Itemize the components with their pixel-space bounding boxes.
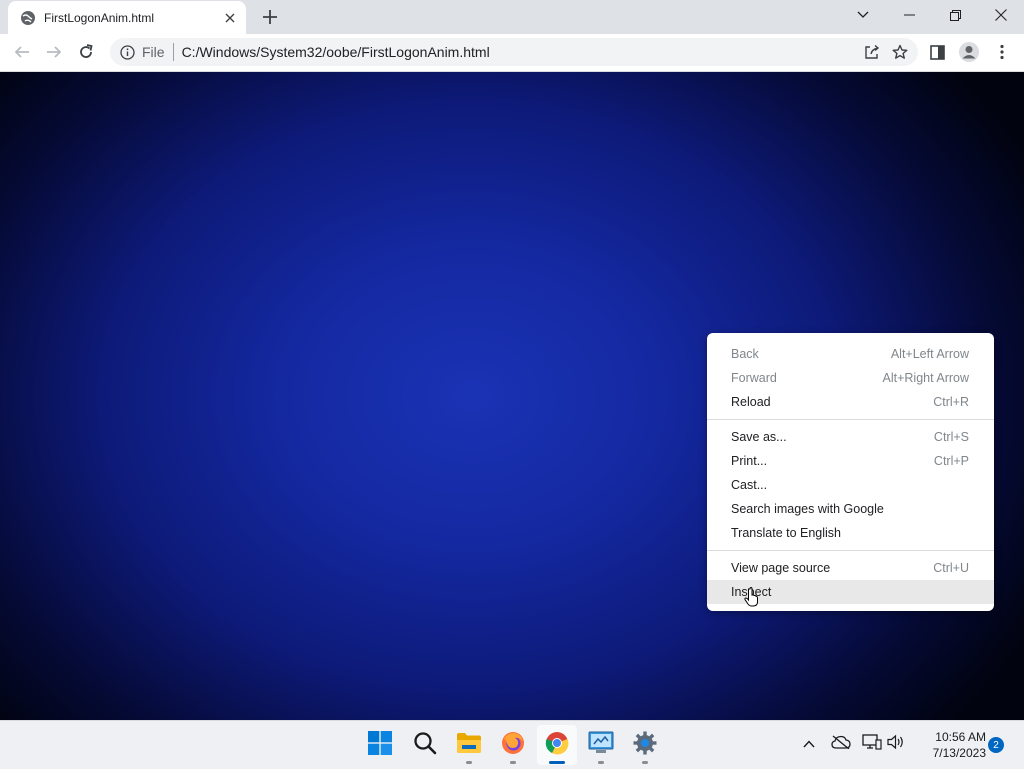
taskbar-firefox[interactable] <box>493 725 533 765</box>
taskbar-file-explorer[interactable] <box>449 725 489 765</box>
menu-item-label: View page source <box>731 561 831 575</box>
menu-item-label: Search images with Google <box>731 502 884 516</box>
onedrive-offline-icon <box>831 734 851 754</box>
menu-item-label: Print... <box>731 454 768 468</box>
menu-item-label: Back <box>731 347 759 361</box>
tab-search-button[interactable] <box>840 0 886 30</box>
scheme-label: File <box>142 44 165 60</box>
menu-separator <box>707 550 994 551</box>
menu-item-label: Translate to English <box>731 526 842 540</box>
mouse-cursor-icon <box>744 587 758 607</box>
taskbar-settings[interactable] <box>625 725 665 765</box>
menu-item-shortcut: Ctrl+S <box>933 430 969 444</box>
menu-item-print[interactable]: Print... Ctrl+P <box>707 449 994 473</box>
firefox-icon <box>501 731 525 760</box>
tab-close-icon[interactable] <box>222 10 238 26</box>
notification-badge[interactable]: 2 <box>988 737 1004 753</box>
menu-item-back[interactable]: Back Alt+Left Arrow <box>707 342 994 366</box>
menu-item-cast[interactable]: Cast... <box>707 473 994 497</box>
onedrive-tray-button[interactable] <box>830 733 852 755</box>
menu-item-view-page-source[interactable]: View page source Ctrl+U <box>707 556 994 580</box>
context-menu: Back Alt+Left Arrow Forward Alt+Right Arrow… <box>707 333 994 611</box>
kebab-menu-icon[interactable] <box>988 38 1016 66</box>
browser-tab[interactable]: FirstLogonAnim.html <box>8 1 246 34</box>
new-tab-button[interactable] <box>258 6 282 28</box>
chrome-icon <box>545 731 569 760</box>
tab-strip: FirstLogonAnim.html <box>0 0 1024 34</box>
network-icon <box>862 733 882 755</box>
menu-item-label: Reload <box>731 395 771 409</box>
taskbar-control-panel[interactable] <box>581 725 621 765</box>
minimize-button[interactable] <box>886 0 932 30</box>
info-icon[interactable] <box>119 44 135 60</box>
running-indicator <box>642 761 648 764</box>
profile-icon[interactable] <box>955 38 983 66</box>
menu-item-forward[interactable]: Forward Alt+Right Arrow <box>707 366 994 390</box>
menu-item-save-as[interactable]: Save as... Ctrl+S <box>707 425 994 449</box>
tab-title: FirstLogonAnim.html <box>44 10 155 25</box>
menu-item-search-images-with-google[interactable]: Search images with Google <box>707 497 994 521</box>
folder-icon <box>456 732 482 759</box>
network-tray-button[interactable] <box>861 733 883 755</box>
volume-tray-button[interactable] <box>885 733 907 755</box>
close-window-button[interactable] <box>978 0 1024 30</box>
menu-item-label: Forward <box>731 371 777 385</box>
control-panel-icon <box>588 731 614 760</box>
omnibox-divider <box>172 43 174 61</box>
back-button[interactable] <box>8 38 36 66</box>
running-indicator <box>510 761 516 764</box>
system-clock[interactable]: 10:56 AM 7/13/2023 <box>914 729 986 761</box>
globe-icon <box>20 10 36 26</box>
menu-item-label: Save as... <box>731 430 787 444</box>
url-text[interactable]: C:/Windows/System32/oobe/FirstLogonAnim.… <box>182 44 858 60</box>
menu-item-shortcut: Ctrl+P <box>933 454 969 468</box>
chevron-up-icon <box>803 735 815 753</box>
reload-button[interactable] <box>72 38 100 66</box>
clock-date: 7/13/2023 <box>932 746 986 760</box>
running-indicator <box>466 761 472 764</box>
menu-item-reload[interactable]: Reload Ctrl+R <box>707 390 994 414</box>
taskbar: 10:56 AM 7/13/2023 2 <box>0 720 1024 769</box>
side-panel-icon[interactable] <box>923 38 951 66</box>
menu-item-shortcut: Alt+Left Arrow <box>890 347 969 361</box>
taskbar-search-button[interactable] <box>405 725 445 765</box>
browser-toolbar: File C:/Windows/System32/oobe/FirstLogon… <box>0 34 1024 72</box>
running-indicator <box>598 761 604 764</box>
search-icon <box>413 731 437 760</box>
taskbar-chrome[interactable] <box>537 725 577 765</box>
address-bar[interactable]: File C:/Windows/System32/oobe/FirstLogon… <box>110 38 918 66</box>
restore-button[interactable] <box>932 0 978 30</box>
menu-item-shortcut: Ctrl+R <box>933 395 969 409</box>
show-hidden-icons-button[interactable] <box>798 733 820 755</box>
forward-button[interactable] <box>40 38 68 66</box>
menu-item-shortcut: Alt+Right Arrow <box>882 371 970 385</box>
star-icon[interactable] <box>886 38 914 66</box>
volume-icon <box>887 734 905 755</box>
menu-item-label: Cast... <box>731 478 768 492</box>
settings-gear-icon <box>633 731 657 760</box>
windows-logo-icon <box>368 730 392 760</box>
running-indicator <box>549 761 565 764</box>
menu-item-shortcut: Ctrl+U <box>933 561 969 575</box>
share-icon[interactable] <box>858 38 886 66</box>
start-button[interactable] <box>360 725 400 765</box>
menu-item-translate-to-english[interactable]: Translate to English <box>707 521 994 545</box>
menu-separator <box>707 419 994 420</box>
clock-time: 10:56 AM <box>935 730 986 744</box>
